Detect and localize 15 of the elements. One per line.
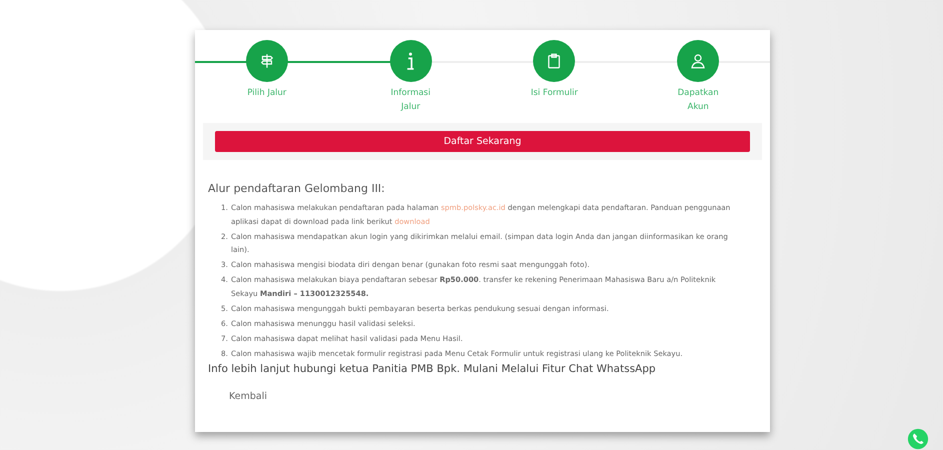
register-button[interactable]: Daftar Sekarang	[215, 131, 750, 152]
back-link[interactable]: Kembali	[229, 391, 267, 402]
step-circle[interactable]	[677, 40, 720, 82]
info-icon	[406, 52, 416, 70]
step-circle[interactable]	[246, 40, 288, 82]
section-heading: Alur pendaftaran Gelombang III:	[208, 182, 386, 195]
step-circle[interactable]	[390, 40, 432, 82]
whatsapp-chat-icon[interactable]	[907, 428, 929, 450]
step-label: Dapatkan Akun	[676, 87, 720, 114]
step-label: Informasi Jalur	[390, 87, 432, 114]
step-circle[interactable]	[533, 40, 576, 82]
user-icon	[689, 52, 708, 70]
step-label: Pilih Jalur	[247, 87, 286, 100]
step-label: Isi Formulir	[530, 87, 578, 100]
info-text: Info lebih lanjut hubungi ketua Panitia PMB Bpk. Mulani Melalui Fitur Chat WhatssApp	[208, 363, 657, 375]
